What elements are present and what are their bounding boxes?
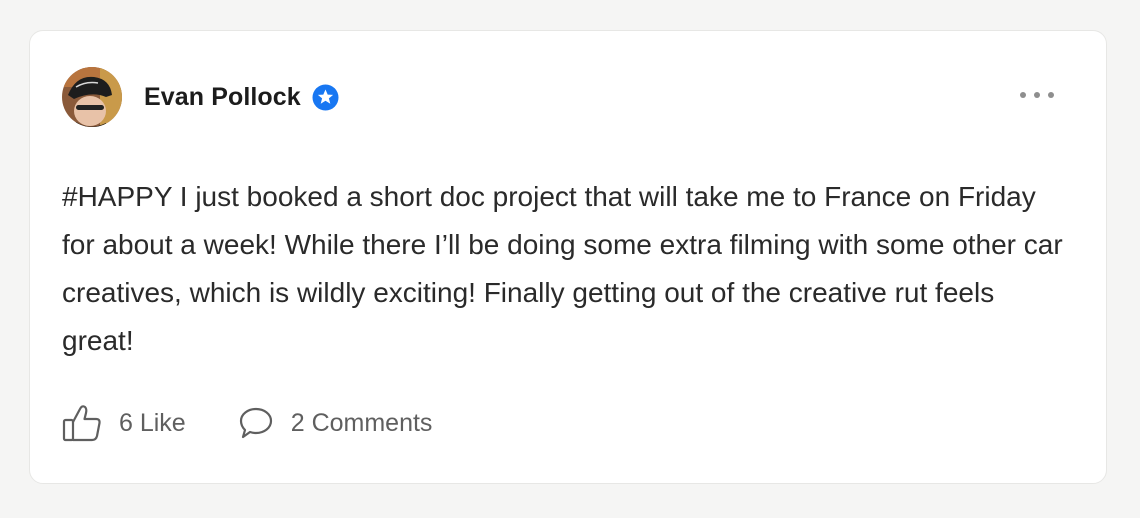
like-button[interactable]: 6 Like (62, 403, 186, 443)
more-dots-icon (1020, 92, 1026, 98)
like-count-label: 6 Like (119, 408, 186, 437)
more-options-button[interactable] (1020, 88, 1054, 102)
post-header: Evan Pollock (62, 67, 339, 127)
avatar[interactable] (62, 67, 122, 127)
post-actions: 6 Like 2 Comments (62, 403, 432, 443)
thumbs-up-icon (62, 403, 102, 443)
comments-button[interactable]: 2 Comments (238, 405, 433, 441)
post-text: #HAPPY I just booked a short doc project… (62, 181, 1063, 356)
comment-bubble-icon (238, 405, 274, 441)
author-name[interactable]: Evan Pollock (144, 83, 301, 112)
verified-badge-icon (312, 84, 339, 111)
comment-count-label: 2 Comments (290, 408, 433, 437)
post-card: Evan Pollock #HAPPY I just booked a shor… (29, 30, 1107, 484)
